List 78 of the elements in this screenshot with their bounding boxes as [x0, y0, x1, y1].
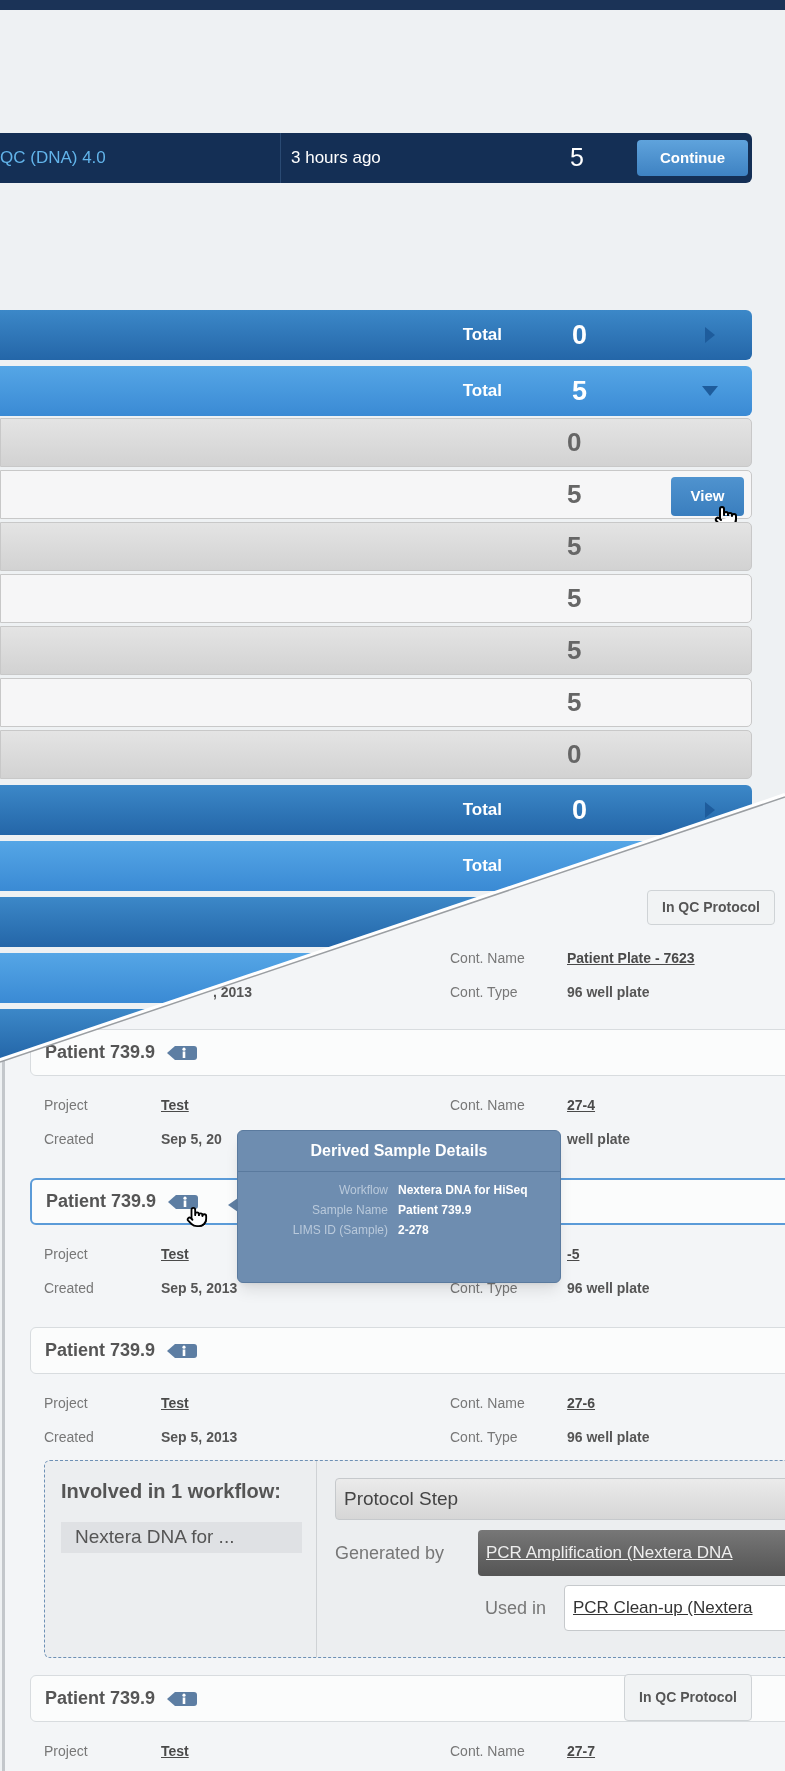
field-link[interactable]: 27-6 — [567, 1386, 596, 1420]
group-bar[interactable]: Total 0 — [0, 310, 752, 360]
field-value: , 2013 — [213, 983, 253, 1002]
used-step-link[interactable]: PCR Clean-up (Nextera — [564, 1585, 785, 1631]
sample-name: Patient 739.9 — [45, 1041, 156, 1064]
caret-down-icon[interactable] — [702, 386, 718, 396]
step-name: QC (DNA) 4.0 — [0, 133, 281, 183]
field-value: 96 well plate — [567, 1279, 650, 1298]
field-link[interactable]: Test — [161, 1734, 189, 1768]
row-count: 5 — [567, 530, 582, 563]
field-value: well plate — [567, 1130, 631, 1149]
sample-header[interactable]: Patient 739.9 — [30, 1029, 785, 1076]
used-in-label: Used in — [483, 1596, 547, 1620]
field-link[interactable]: 27-4 — [567, 1088, 596, 1122]
workflow-chip[interactable]: Nextera DNA for ... — [61, 1522, 302, 1553]
field-value: 96 well plate — [567, 983, 650, 1002]
status-badge: In QC Protocol — [624, 1674, 752, 1721]
field-label: Cont. Type — [450, 1428, 519, 1447]
field-label: Cont. Name — [450, 1742, 526, 1761]
tooltip-value: Patient 739.9 — [398, 1202, 473, 1218]
field-label: Project — [44, 1245, 89, 1264]
total-label: Total — [462, 324, 502, 347]
sample-name: Patient 739.9 — [46, 1190, 157, 1213]
field-label: Project — [44, 1096, 89, 1115]
field-link[interactable]: Test — [161, 1088, 189, 1122]
tooltip-label: Workflow — [337, 1182, 389, 1198]
row-count: 0 — [567, 738, 582, 771]
row-count: 5 — [567, 634, 582, 667]
info-tag-icon[interactable] — [168, 1192, 199, 1211]
field-label: Created — [44, 1428, 95, 1447]
sample-header[interactable]: Patient 739.9 — [30, 1327, 785, 1374]
total-count: 0 — [572, 318, 588, 352]
field-value: 96 well plate — [567, 1428, 650, 1447]
field-label: Project — [44, 1394, 89, 1413]
step-count: 5 — [570, 142, 585, 174]
field-link[interactable]: Test — [161, 1237, 189, 1271]
field-label: Project — [44, 1742, 89, 1761]
field-label: Cont. Name — [450, 949, 526, 968]
row-count: 5 — [567, 582, 582, 615]
row-count: 5 — [567, 478, 582, 511]
row-count: 5 — [567, 686, 582, 719]
field-value: Sep 5, 2013 — [161, 1279, 238, 1298]
total-label: Total — [462, 380, 502, 403]
tooltip-value: 2-278 — [398, 1222, 430, 1238]
field-label: Cont. Type — [450, 1279, 519, 1298]
protocol-step-bar: Protocol Step — [335, 1478, 785, 1520]
group-bar[interactable]: Total 0 — [0, 785, 752, 835]
view-button[interactable]: View — [671, 477, 744, 516]
status-badge: In QC Protocol — [647, 890, 775, 925]
field-link[interactable]: -5 — [567, 1237, 580, 1271]
total-label: Total — [462, 855, 502, 878]
field-label: Created — [44, 1130, 95, 1149]
field-link[interactable]: 27-7 — [567, 1734, 596, 1768]
field-label: Cont. Name — [450, 1096, 526, 1115]
sample-name: Patient 739.9 — [45, 1687, 156, 1710]
field-link[interactable]: Patient Plate - 7623 — [567, 941, 695, 975]
total-count: 0 — [572, 793, 588, 827]
tooltip-title: Derived Sample Details — [238, 1131, 560, 1172]
field-label: Cont. Name — [450, 1394, 526, 1413]
total-count: 5 — [572, 374, 588, 408]
active-step-row[interactable]: QC (DNA) 4.0 3 hours ago 5 Continue — [0, 133, 752, 183]
generated-step-link[interactable]: PCR Amplification (Nextera DNA — [478, 1530, 785, 1576]
field-link[interactable]: Test — [161, 1386, 189, 1420]
tooltip-label: Sample Name — [310, 1202, 389, 1218]
field-value: Sep 5, 20 — [161, 1130, 222, 1149]
caret-right-icon[interactable] — [705, 802, 715, 818]
generated-label: Generated by — [335, 1541, 446, 1565]
tooltip-value: Nextera DNA for HiSeq — [398, 1182, 529, 1198]
total-label: Total — [462, 799, 502, 822]
sample-name: Patient 739.9 — [45, 1339, 156, 1362]
field-label: Created — [44, 1279, 95, 1298]
step-time: 3 hours ago — [290, 147, 382, 170]
workflow-count-title: Involved in 1 workflow: — [61, 1479, 283, 1504]
sample-header[interactable]: Patient 739.9 In QC Protocol — [30, 1675, 785, 1722]
field-value: Sep 5, 2013 — [161, 1428, 238, 1447]
field-label: Cont. Type — [450, 983, 519, 1002]
tooltip-label: LIMS ID (Sample) — [291, 1222, 389, 1238]
row-count: 0 — [567, 426, 582, 459]
